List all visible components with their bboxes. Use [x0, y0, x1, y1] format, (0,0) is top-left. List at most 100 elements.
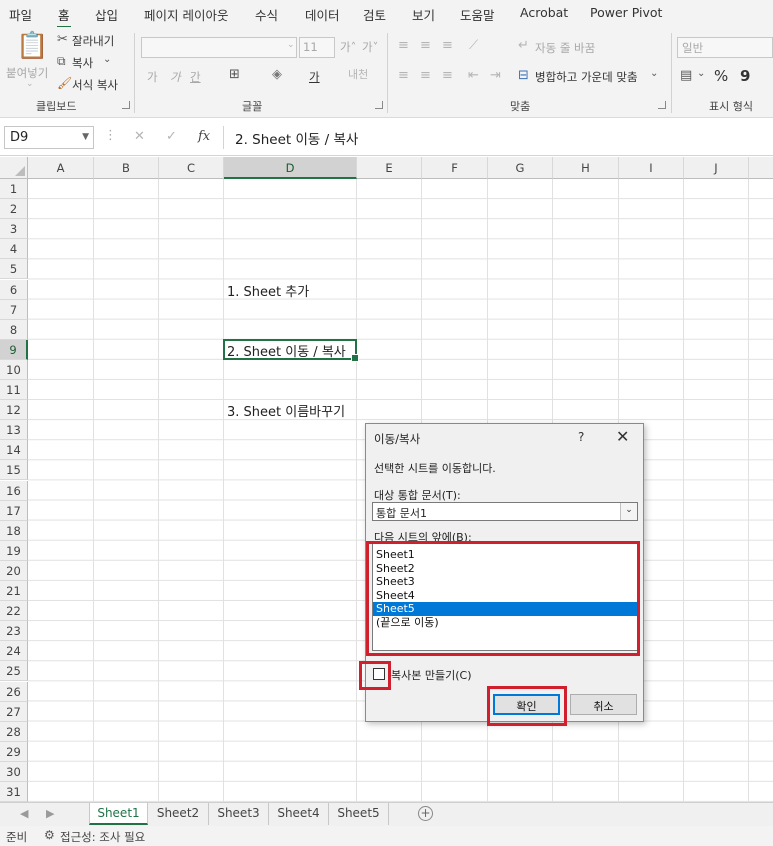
row-header[interactable]: 12: [0, 400, 28, 421]
orientation-icon[interactable]: ⟋: [469, 39, 478, 52]
column-header[interactable]: C: [159, 157, 224, 179]
row-header[interactable]: 10: [0, 359, 28, 380]
row-header[interactable]: 20: [0, 560, 28, 581]
row-header[interactable]: 21: [0, 581, 28, 602]
add-sheet-icon[interactable]: +: [418, 806, 433, 821]
tab-power-pivot[interactable]: Power Pivot: [590, 5, 662, 20]
font-name-box[interactable]: [141, 37, 297, 58]
column-header[interactable]: F: [422, 157, 488, 179]
tab-help[interactable]: 도움말: [460, 5, 495, 24]
row-header[interactable]: 25: [0, 661, 28, 682]
tab-data[interactable]: 데이터: [305, 5, 340, 24]
shrink-font-button[interactable]: 가˅: [362, 39, 378, 55]
merge-center-icon[interactable]: ⊟: [518, 69, 529, 82]
cancel-button[interactable]: 취소: [570, 694, 637, 715]
copy-icon[interactable]: ⧉: [57, 55, 66, 67]
currency-icon[interactable]: ▤: [680, 69, 692, 82]
row-header[interactable]: 26: [0, 681, 28, 702]
row-header[interactable]: 5: [0, 259, 28, 280]
align-left-icon[interactable]: ≡: [398, 69, 409, 82]
tab-formulas[interactable]: 수식: [255, 5, 278, 24]
formula-input[interactable]: 2. Sheet 이동 / 복사: [235, 128, 358, 148]
chevron-down-icon[interactable]: ⌄: [697, 69, 705, 79]
close-icon[interactable]: ✕: [616, 427, 629, 446]
bold-button[interactable]: 가: [147, 69, 158, 85]
row-header[interactable]: 2: [0, 199, 28, 220]
row-header[interactable]: 6: [0, 279, 28, 300]
select-all-button[interactable]: [0, 157, 28, 179]
column-header[interactable]: B: [94, 157, 159, 179]
row-header[interactable]: 19: [0, 540, 28, 561]
row-header[interactable]: 13: [0, 420, 28, 441]
row-header[interactable]: 4: [0, 239, 28, 260]
tab-acrobat[interactable]: Acrobat: [520, 5, 568, 20]
insert-function-icon[interactable]: fx: [198, 129, 210, 144]
clipboard-launcher-icon[interactable]: [122, 101, 130, 109]
row-header[interactable]: 28: [0, 721, 28, 742]
accessibility-status[interactable]: 접근성: 조사 필요: [60, 829, 145, 845]
align-middle-icon[interactable]: ≡: [420, 39, 431, 52]
tab-view[interactable]: 보기: [412, 5, 435, 24]
row-header[interactable]: 16: [0, 480, 28, 501]
row-header[interactable]: 29: [0, 741, 28, 762]
tab-file[interactable]: 파일: [9, 5, 32, 24]
chevron-down-icon[interactable]: ▼: [82, 132, 89, 142]
alignment-launcher-icon[interactable]: [658, 101, 666, 109]
merge-center-button[interactable]: 병합하고 가운데 맞춤: [535, 69, 638, 85]
enter-icon[interactable]: ✓: [166, 129, 177, 144]
format-painter-button[interactable]: 서식 복사: [72, 77, 118, 93]
row-header[interactable]: 22: [0, 601, 28, 622]
font-color-button[interactable]: 가: [309, 69, 320, 85]
sheet-tab[interactable]: Sheet5: [329, 803, 389, 825]
workbook-select[interactable]: 통합 문서1 ⌄: [372, 502, 638, 521]
column-header[interactable]: I: [619, 157, 684, 179]
cancel-icon[interactable]: ✕: [134, 129, 145, 144]
row-header[interactable]: 31: [0, 782, 28, 802]
name-box[interactable]: D9 ▼: [4, 126, 94, 149]
scissors-icon[interactable]: ✂: [57, 33, 68, 46]
chevron-down-icon[interactable]: ⌄: [650, 69, 658, 79]
tab-insert[interactable]: 삽입: [95, 5, 118, 24]
italic-button[interactable]: 가: [170, 69, 181, 85]
align-right-icon[interactable]: ≡: [442, 69, 453, 82]
row-header[interactable]: 8: [0, 319, 28, 340]
column-header[interactable]: G: [488, 157, 553, 179]
column-header[interactable]: A: [28, 157, 94, 179]
chevron-down-icon[interactable]: ⌄: [103, 55, 111, 65]
row-header[interactable]: 18: [0, 520, 28, 541]
phonetic-icon[interactable]: 내천: [348, 69, 368, 80]
sheet-tab[interactable]: Sheet4: [269, 803, 329, 825]
row-header[interactable]: 27: [0, 701, 28, 722]
column-header[interactable]: J: [684, 157, 749, 179]
copy-button[interactable]: 복사: [72, 55, 93, 71]
column-header[interactable]: E: [357, 157, 422, 179]
row-header[interactable]: 7: [0, 299, 28, 320]
cell-d12[interactable]: 3. Sheet 이름바꾸기: [227, 401, 345, 420]
grow-font-button[interactable]: 가˄: [340, 39, 356, 55]
row-header[interactable]: 1: [0, 179, 28, 200]
align-bottom-icon[interactable]: ≡: [442, 39, 453, 52]
wrap-text-icon[interactable]: ↵: [518, 39, 529, 52]
help-button[interactable]: ?: [578, 430, 584, 444]
percent-button[interactable]: %: [714, 67, 728, 85]
sheet-tab[interactable]: Sheet2: [148, 803, 209, 825]
tab-page-layout[interactable]: 페이지 레이아웃: [144, 5, 228, 24]
row-header[interactable]: 23: [0, 621, 28, 642]
cut-button[interactable]: 잘라내기: [72, 33, 114, 49]
make-copy-label[interactable]: 복사본 만들기(C): [391, 667, 471, 683]
row-header[interactable]: 24: [0, 641, 28, 662]
comma-button[interactable]: 9: [740, 67, 750, 85]
tab-home[interactable]: 홈: [57, 5, 71, 29]
sheet-tab[interactable]: Sheet1: [89, 803, 148, 825]
font-launcher-icon[interactable]: [375, 101, 383, 109]
column-header[interactable]: H: [553, 157, 619, 179]
tab-review[interactable]: 검토: [363, 5, 386, 24]
row-header[interactable]: 11: [0, 380, 28, 401]
column-header[interactable]: D: [224, 157, 357, 179]
sheet-tab[interactable]: Sheet3: [209, 803, 269, 825]
column-header[interactable]: [749, 157, 773, 179]
accessibility-icon[interactable]: ⚙: [44, 828, 55, 842]
scroll-right-icon[interactable]: ▶: [46, 807, 54, 820]
row-header[interactable]: 15: [0, 460, 28, 481]
scroll-left-icon[interactable]: ◀: [20, 807, 28, 820]
